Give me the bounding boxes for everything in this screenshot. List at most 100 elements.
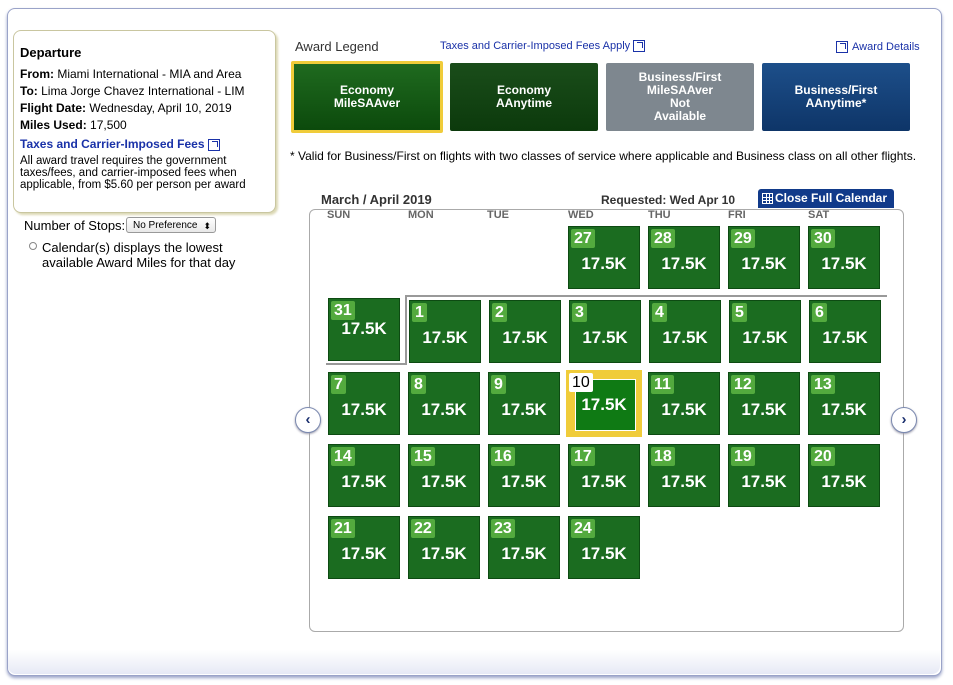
bullet-icon	[29, 242, 37, 250]
prev-month-button[interactable]: ‹	[295, 407, 321, 433]
calendar-day[interactable]: 21 17.5K	[328, 516, 400, 579]
select-arrows-icon: ⬍	[203, 221, 211, 231]
day-number: 9	[491, 375, 506, 394]
day-number: 2	[492, 303, 507, 322]
day-number: 3	[572, 303, 587, 322]
calendar-day[interactable]: 28 17.5K	[648, 226, 720, 289]
legend-economy-aanytime[interactable]: Economy AAnytime	[450, 63, 598, 131]
calendar-day[interactable]: 11 17.5K	[648, 372, 720, 435]
calendar-day-selected[interactable]: 10 17.5K	[566, 370, 642, 437]
external-link-icon	[836, 41, 848, 54]
calendar-day[interactable]: 27 17.5K	[568, 226, 640, 289]
calendar-day[interactable]: 30 17.5K	[808, 226, 880, 289]
day-number: 11	[651, 375, 674, 394]
calendar-day[interactable]: 23 17.5K	[488, 516, 560, 579]
calendar-day[interactable]: 6 17.5K	[809, 300, 881, 363]
calendar-day[interactable]: 29 17.5K	[728, 226, 800, 289]
calendar-day[interactable]: 14 17.5K	[328, 444, 400, 507]
calendar-note: Calendar(s) displays the lowest availabl…	[42, 240, 236, 270]
from-value: Miami International - MIA and Area	[57, 67, 242, 81]
day-number: 13	[811, 375, 835, 394]
to-label: To:	[20, 84, 38, 98]
date-row: Flight Date: Wednesday, April 10, 2019	[20, 101, 232, 115]
calendar-day[interactable]: 16 17.5K	[488, 444, 560, 507]
day-number: 30	[811, 229, 835, 248]
day-miles: 17.5K	[662, 328, 708, 347]
day-number: 8	[411, 375, 426, 394]
day-number: 24	[571, 519, 595, 538]
day-miles: 17.5K	[341, 472, 387, 491]
dow-tue: TUE	[487, 209, 509, 221]
calendar-day[interactable]: 31 17.5K	[328, 298, 400, 361]
calendar-day[interactable]: 3 17.5K	[569, 300, 641, 363]
day-miles: 17.5K	[581, 254, 627, 273]
business-valid-note: * Valid for Business/First on flights wi…	[290, 149, 917, 163]
legend-line: MileSAAver	[333, 96, 401, 110]
close-calendar-button[interactable]: Close Full Calendar	[758, 189, 894, 208]
day-miles: 17.5K	[821, 472, 867, 491]
day-miles: 17.5K	[421, 544, 467, 563]
calendar-day[interactable]: 4 17.5K	[649, 300, 721, 363]
calendar-day[interactable]: 7 17.5K	[328, 372, 400, 435]
chevron-left-icon: ‹	[305, 411, 311, 428]
day-number: 7	[331, 375, 346, 394]
to-value: Lima Jorge Chavez International - LIM	[41, 84, 245, 98]
taxes-fees-link[interactable]: Taxes and Carrier-Imposed Fees	[20, 137, 220, 151]
legend-business-milesaaver[interactable]: Business/First MileSAAver Not Available	[606, 63, 754, 131]
day-number: 28	[651, 229, 675, 248]
calendar-grid-icon	[762, 193, 773, 204]
legend-line: AAnytime	[495, 96, 552, 110]
calendar-day[interactable]: 24 17.5K	[568, 516, 640, 579]
day-number: 20	[811, 447, 835, 466]
stops-select-value: No Preference	[133, 220, 198, 231]
fees-note: All award travel requires the government…	[20, 155, 246, 191]
day-miles: 17.5K	[422, 328, 468, 347]
next-month-button[interactable]: ›	[891, 407, 917, 433]
calendar-day[interactable]: 19 17.5K	[728, 444, 800, 507]
calendar-day[interactable]: 2 17.5K	[489, 300, 561, 363]
legend-business-aanytime[interactable]: Business/First AAnytime*	[762, 63, 910, 131]
day-number: 23	[491, 519, 515, 538]
taxes-apply-link[interactable]: Taxes and Carrier-Imposed Fees Apply	[440, 40, 646, 53]
dow-fri: FRI	[728, 209, 746, 221]
calendar-day[interactable]: 1 17.5K	[409, 300, 481, 363]
day-number: 14	[331, 447, 355, 466]
day-miles: 17.5K	[341, 400, 387, 419]
day-miles: 17.5K	[341, 319, 387, 338]
award-legend-title: Award Legend	[295, 39, 379, 54]
taxes-fees-link-label: Taxes and Carrier-Imposed Fees	[20, 137, 205, 151]
day-miles: 17.5K	[661, 472, 707, 491]
date-label: Flight Date:	[20, 101, 86, 115]
chevron-right-icon: ›	[901, 411, 907, 428]
day-miles: 17.5K	[741, 472, 787, 491]
calendar-day[interactable]: 17 17.5K	[568, 444, 640, 507]
calendar-day[interactable]: 9 17.5K	[488, 372, 560, 435]
day-miles: 17.5K	[502, 328, 548, 347]
departure-summary: Departure From: Miami International - MI…	[13, 30, 276, 213]
calendar-day[interactable]: 13 17.5K	[808, 372, 880, 435]
day-number: 4	[652, 303, 667, 322]
day-number: 18	[651, 447, 675, 466]
day-miles: 17.5K	[741, 254, 787, 273]
calendar-day[interactable]: 18 17.5K	[648, 444, 720, 507]
day-miles: 17.5K	[822, 328, 868, 347]
award-details-link[interactable]: Award Details	[836, 41, 920, 54]
day-miles: 17.5K	[581, 395, 627, 414]
close-calendar-label: Close Full Calendar	[775, 191, 888, 205]
requested-date: Requested: Wed Apr 10	[601, 193, 736, 207]
to-row: To: Lima Jorge Chavez International - LI…	[20, 84, 245, 98]
calendar-day[interactable]: 8 17.5K	[408, 372, 480, 435]
from-row: From: Miami International - MIA and Area	[20, 67, 241, 81]
stops-label: Number of Stops:	[24, 218, 126, 233]
day-number: 19	[731, 447, 755, 466]
legend-economy-milesaaver[interactable]: Economy MileSAAver	[291, 61, 443, 133]
month-divider	[405, 295, 407, 364]
award-details-label: Award Details	[852, 41, 920, 53]
calendar-day[interactable]: 20 17.5K	[808, 444, 880, 507]
calendar-day[interactable]: 15 17.5K	[408, 444, 480, 507]
stops-select[interactable]: No Preference ⬍	[126, 217, 216, 233]
day-number: 15	[411, 447, 435, 466]
calendar-day[interactable]: 5 17.5K	[729, 300, 801, 363]
calendar-day[interactable]: 22 17.5K	[408, 516, 480, 579]
calendar-day[interactable]: 12 17.5K	[728, 372, 800, 435]
